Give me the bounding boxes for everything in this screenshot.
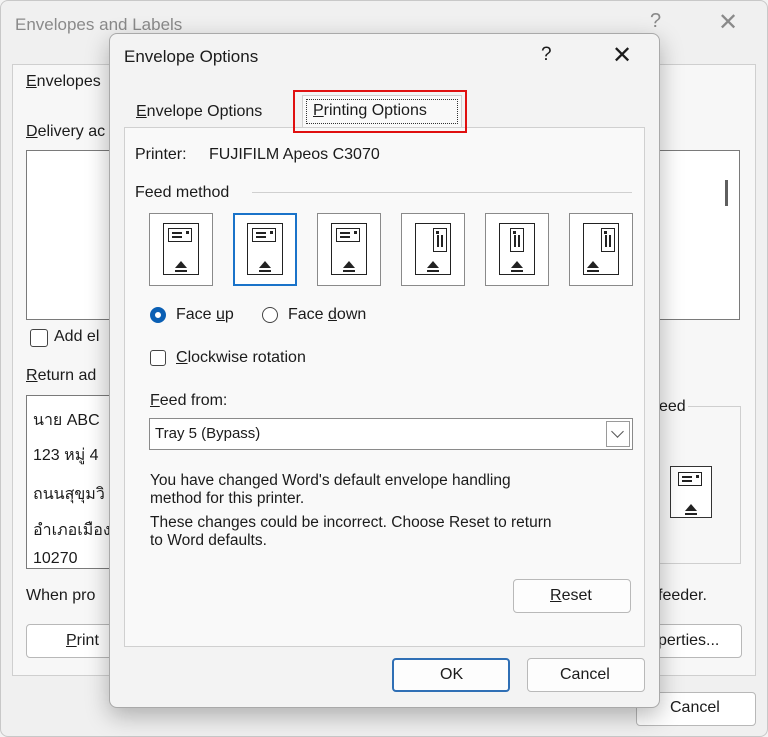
envelope-icon (252, 228, 276, 242)
feed-option-3[interactable] (317, 213, 381, 286)
message-line: These changes could be incorrect. Choose… (150, 514, 552, 531)
back-dialog-title: Envelopes and Labels (15, 15, 183, 34)
tab-envelopes-label: nvelopes (36, 73, 101, 90)
delivery-scrollbar-thumb[interactable] (725, 180, 728, 206)
eject-icon (685, 504, 697, 515)
dialog-title: Envelope Options (124, 47, 259, 66)
envelope-icon (678, 472, 702, 486)
return-line: อำเภอเมือง (33, 522, 111, 539)
feed-option-5[interactable] (485, 213, 549, 286)
cancel-button-label: Cancel (560, 666, 610, 683)
face-down-radio[interactable] (262, 307, 278, 323)
return-line: ถนนสุขุมวิ (33, 486, 105, 503)
highlight-box (293, 90, 467, 133)
envelope-icon (168, 228, 192, 242)
delivery-address-label: Delivery ac (26, 123, 106, 140)
add-electronic-postage-checkbox[interactable] (30, 329, 48, 347)
face-down-label: Face down (288, 306, 367, 323)
face-up-radio[interactable] (150, 307, 166, 323)
message-line: method for this printer. (150, 490, 305, 507)
feed-from-label: Feed from: (150, 392, 228, 409)
envelope-icon (510, 228, 524, 252)
properties-button-label: perties... (658, 632, 720, 649)
print-button-label: Print (66, 632, 99, 649)
back-feed-label: eed (657, 398, 688, 416)
return-line: 123 หมู่ 4 (33, 447, 99, 464)
eject-icon (511, 261, 523, 272)
back-close-button[interactable]: ✕ (718, 8, 738, 37)
return-address-label: Return ad (26, 367, 97, 384)
feed-option-2[interactable] (233, 213, 297, 286)
tab-envelope-options[interactable]: Envelope Options (136, 103, 262, 121)
message-line: to Word defaults. (150, 532, 267, 549)
envelope-icon (433, 228, 447, 252)
eject-icon (343, 261, 355, 272)
feed-horizontal-left-icon (163, 223, 199, 275)
feed-option-1[interactable] (149, 213, 213, 286)
ok-button-label: OK (440, 666, 464, 683)
feed-method-label: Feed method (135, 184, 230, 201)
back-feeder-text: feeder. (658, 587, 707, 604)
eject-icon (427, 261, 439, 272)
feed-vertical-left-icon (415, 223, 451, 275)
feed-method-divider (252, 192, 632, 193)
face-up-label: Face up (176, 306, 234, 323)
return-line: นาย ABC (33, 412, 100, 429)
envelope-icon (601, 228, 615, 252)
back-cancel-label: Cancel (670, 699, 720, 716)
printing-options-panel (124, 127, 645, 647)
back-feed-preview-icon[interactable] (670, 466, 712, 518)
return-address-input[interactable]: นาย ABC 123 หมู่ 4 ถนนสุขุมวิ อำเภอเมือง… (26, 395, 118, 569)
feed-from-value: Tray 5 (Bypass) (155, 425, 261, 442)
feed-vertical-center-icon (499, 223, 535, 275)
eject-icon (259, 261, 271, 272)
add-electronic-postage-label: Add el (54, 328, 100, 345)
reset-button-label: Reset (550, 587, 592, 604)
feed-option-6[interactable] (569, 213, 633, 286)
back-when-text: When pro (26, 587, 96, 604)
close-button[interactable]: ✕ (612, 41, 632, 70)
clockwise-rotation-label: Clockwise rotation (176, 349, 306, 366)
printer-name: FUJIFILM Apeos C3070 (209, 146, 380, 163)
feed-horizontal-center-icon (247, 223, 283, 275)
eject-icon (175, 261, 187, 272)
feed-option-4[interactable] (401, 213, 465, 286)
printer-label: Printer: (135, 146, 187, 163)
feed-vertical-right-icon (583, 223, 619, 275)
eject-icon (587, 261, 599, 272)
tab-envelopes[interactable]: Envelopes (26, 73, 101, 91)
return-line: 10270 (33, 550, 78, 567)
envelope-icon (336, 228, 360, 242)
back-help-button[interactable]: ? (650, 10, 661, 33)
help-button[interactable]: ? (541, 44, 552, 66)
message-line: You have changed Word's default envelope… (150, 472, 511, 489)
feed-horizontal-right-icon (331, 223, 367, 275)
clockwise-rotation-checkbox[interactable] (150, 350, 166, 366)
